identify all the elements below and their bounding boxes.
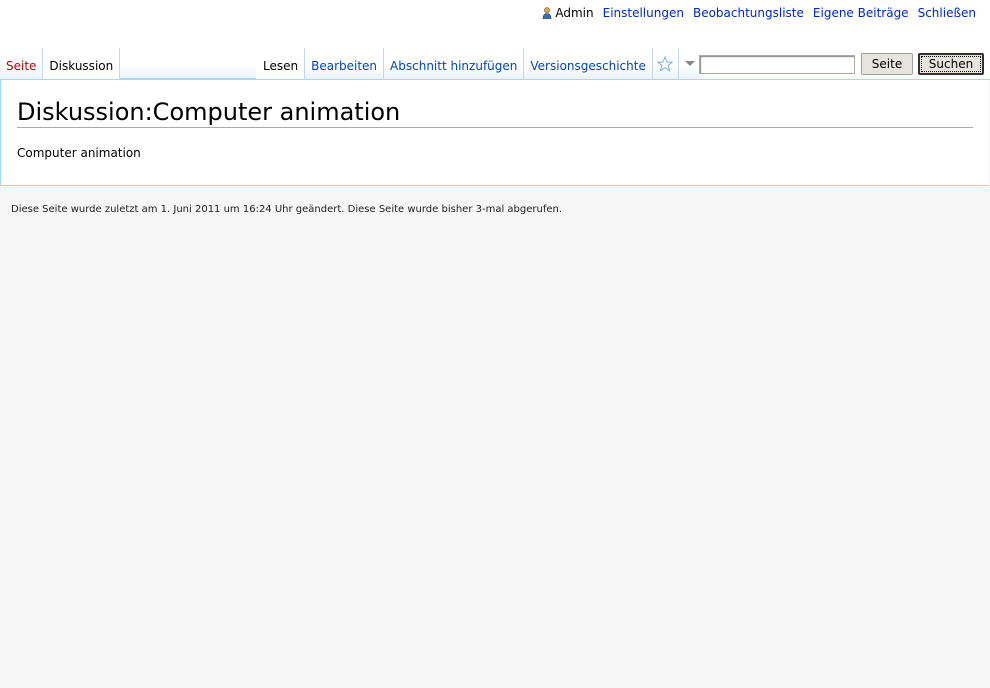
namespace-tabs: Seite Diskussion	[0, 48, 257, 80]
tab-talk-label[interactable]: Diskussion	[49, 60, 113, 79]
tab-edit[interactable]: Bearbeiten	[305, 48, 385, 79]
view-tabs: Lesen Bearbeiten Abschnitt hinzufügen Ve…	[257, 48, 701, 80]
tab-edit-label[interactable]: Bearbeiten	[311, 60, 377, 79]
header-bar: Admin Einstellungen Beobachtungsliste Ei…	[0, 0, 990, 48]
tab-add-section-label[interactable]: Abschnitt hinzufügen	[390, 60, 517, 79]
footer-info: Diese Seite wurde zuletzt am 1. Juni 201…	[11, 204, 563, 215]
search-button[interactable]: Suchen	[918, 53, 984, 75]
page-body-text: Computer animation	[17, 146, 141, 160]
tab-page-label[interactable]: Seite	[6, 60, 36, 79]
tab-spacer	[120, 48, 257, 79]
content-area: Diskussion:Computer animation Computer a…	[0, 79, 989, 186]
user-icon	[543, 7, 552, 19]
tab-history-label[interactable]: Versionsgeschichte	[530, 60, 645, 79]
more-actions-menu[interactable]	[678, 48, 701, 79]
logout-link[interactable]: Schließen	[918, 6, 976, 20]
tab-page[interactable]: Seite	[0, 48, 44, 79]
contributions-link[interactable]: Eigene Beiträge	[813, 6, 909, 20]
search-form: Seite Suchen	[699, 53, 984, 75]
tab-read-label[interactable]: Lesen	[263, 60, 298, 79]
chevron-down-icon[interactable]	[684, 60, 695, 67]
go-button[interactable]: Seite	[861, 53, 913, 75]
search-input[interactable]	[699, 54, 855, 74]
tab-add-section[interactable]: Abschnitt hinzufügen	[384, 48, 525, 79]
tab-read[interactable]: Lesen	[257, 48, 306, 79]
tab-history[interactable]: Versionsgeschichte	[524, 48, 653, 79]
user-link[interactable]: Admin	[542, 6, 594, 20]
username[interactable]: Admin	[555, 6, 593, 20]
watchlist-link[interactable]: Beobachtungsliste	[693, 6, 804, 20]
personal-tools: Admin Einstellungen Beobachtungsliste Ei…	[542, 6, 976, 20]
page-title: Diskussion:Computer animation	[17, 98, 973, 128]
preferences-link[interactable]: Einstellungen	[603, 6, 684, 20]
watch-button[interactable]	[652, 48, 679, 79]
star-icon[interactable]	[657, 55, 674, 72]
tab-talk[interactable]: Diskussion	[43, 48, 121, 79]
